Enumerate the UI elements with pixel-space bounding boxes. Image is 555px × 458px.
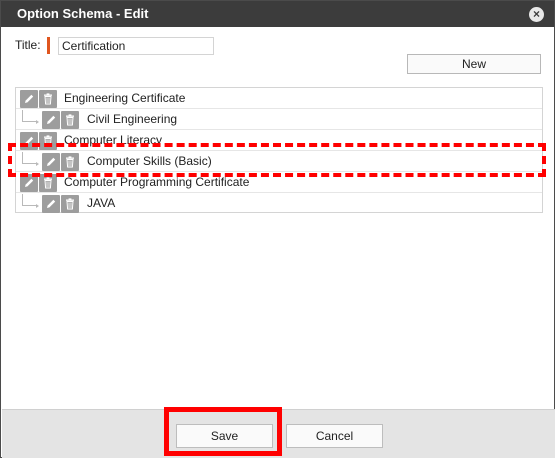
- tree-item-label: Engineering Certificate: [64, 91, 186, 105]
- trash-icon[interactable]: [39, 132, 57, 150]
- pencil-icon[interactable]: [42, 153, 60, 171]
- option-tree-list: Engineering Certificate Civil Engineerin…: [15, 87, 543, 213]
- tree-item-label: Computer Programming Certificate: [64, 175, 250, 189]
- trash-icon[interactable]: [61, 153, 79, 171]
- pencil-icon[interactable]: [20, 174, 38, 192]
- trash-icon[interactable]: [39, 174, 57, 192]
- tree-row: Computer Literacy: [16, 130, 542, 151]
- tree-item-label: Computer Literacy: [64, 133, 163, 147]
- trash-icon[interactable]: [61, 195, 79, 213]
- pencil-icon[interactable]: [42, 195, 60, 213]
- dialog-title: Option Schema - Edit: [17, 6, 149, 21]
- new-button[interactable]: New: [407, 54, 541, 74]
- tree-row: Engineering Certificate: [16, 88, 542, 109]
- pencil-icon[interactable]: [42, 111, 60, 129]
- pencil-icon[interactable]: [20, 90, 38, 108]
- dialog-titlebar: Option Schema - Edit ×: [1, 1, 554, 27]
- save-button[interactable]: Save: [176, 424, 273, 448]
- title-label: Title:: [15, 38, 41, 52]
- dialog-footer: Save Cancel: [2, 409, 555, 458]
- option-schema-dialog: Option Schema - Edit × Title: New Engine…: [0, 0, 555, 458]
- tree-item-label: JAVA: [87, 196, 116, 210]
- tree-row: Computer Skills (Basic): [16, 151, 542, 172]
- cancel-button[interactable]: Cancel: [286, 424, 383, 448]
- pencil-icon[interactable]: [20, 132, 38, 150]
- required-marker: [47, 37, 50, 54]
- tree-connector: [22, 152, 39, 166]
- close-icon[interactable]: ×: [529, 7, 544, 22]
- tree-item-label: Civil Engineering: [87, 112, 178, 126]
- tree-connector: [22, 194, 39, 208]
- tree-row: Civil Engineering: [16, 109, 542, 130]
- trash-icon[interactable]: [61, 111, 79, 129]
- tree-connector: [22, 110, 39, 124]
- tree-item-label: Computer Skills (Basic): [87, 154, 212, 168]
- trash-icon[interactable]: [39, 90, 57, 108]
- tree-row: JAVA: [16, 193, 542, 214]
- tree-row: Computer Programming Certificate: [16, 172, 542, 193]
- title-input[interactable]: [58, 37, 214, 55]
